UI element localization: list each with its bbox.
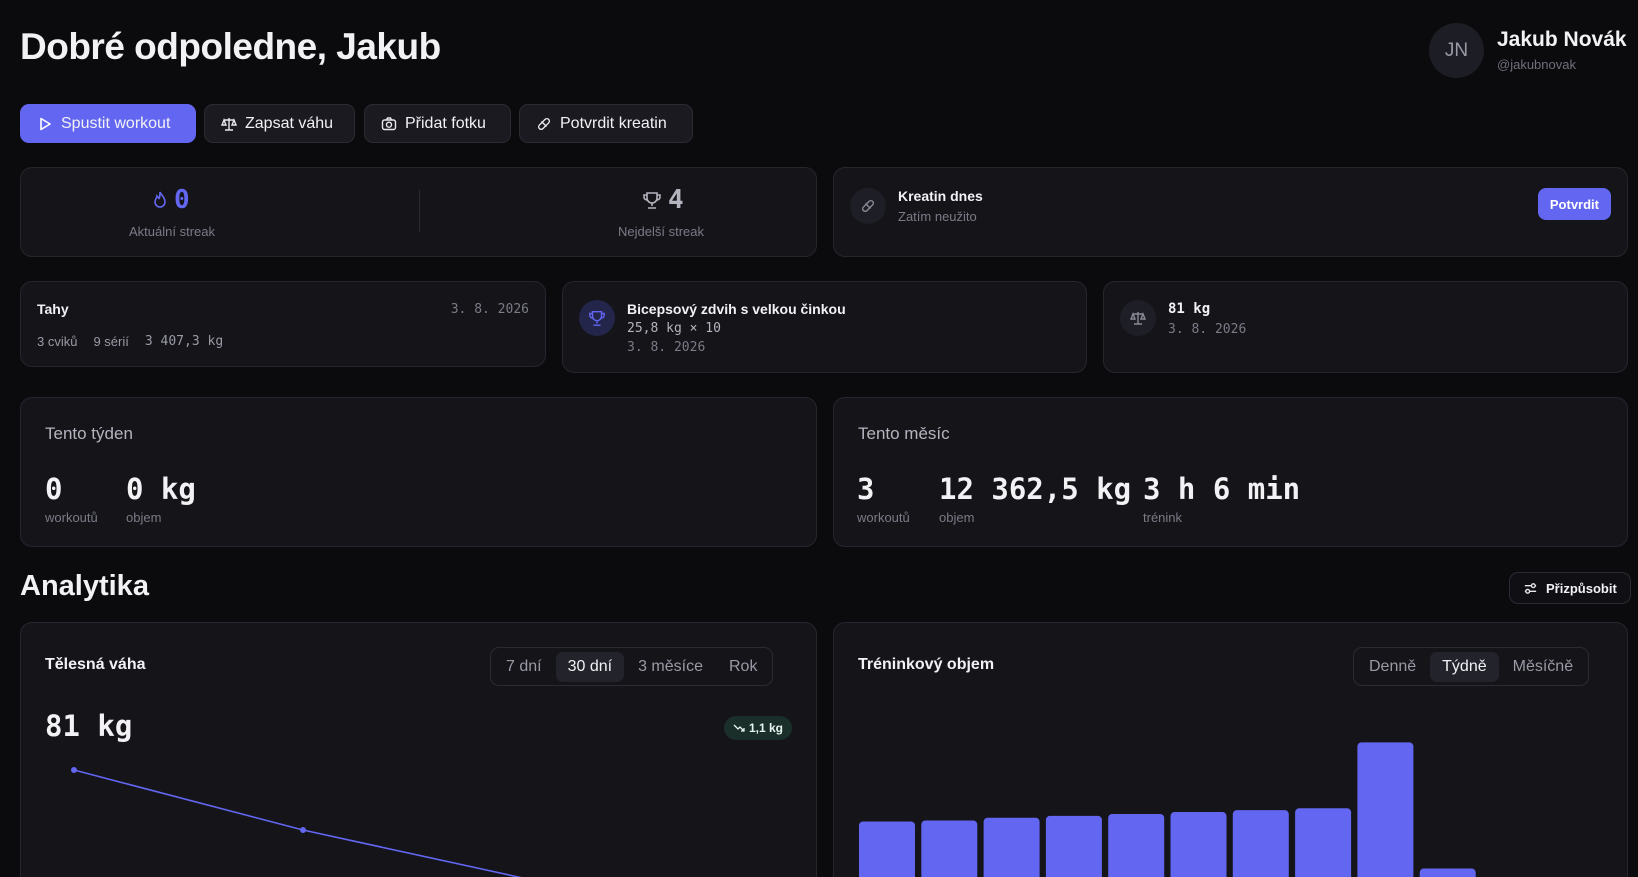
longest-streak: 4 — [642, 185, 684, 215]
range-3-months[interactable]: 3 měsíce — [626, 652, 715, 682]
latest-weight-card[interactable]: 81 kg 3. 8. 2026 — [1103, 281, 1628, 373]
volume-bar[interactable] — [1170, 812, 1227, 877]
range-30-days[interactable]: 30 dní — [555, 651, 625, 682]
longest-streak-label: Nejdelší streak — [618, 224, 704, 239]
flame-icon — [152, 190, 168, 210]
range-daily[interactable]: Denně — [1357, 652, 1428, 682]
week-workouts-value: 0 — [45, 472, 63, 506]
confirm-button[interactable]: Potvrdit — [1537, 188, 1611, 220]
add-photo-label: Přidat fotku — [405, 114, 486, 132]
weight-line-chart — [71, 767, 523, 877]
volume-bar[interactable] — [859, 821, 915, 877]
pill-icon — [536, 116, 552, 132]
record-exercise: Bicepsový zdvih s velkou činkou — [627, 301, 846, 317]
user-name: Jakub Novák — [1497, 28, 1627, 51]
creatine-status: Zatím neužito — [898, 209, 977, 224]
greeting-title: Dobré odpoledne, Jakub — [20, 26, 441, 67]
analytics-title: Analytika — [20, 570, 149, 602]
last-workout-card[interactable]: Tahy 3. 8. 2026 3 cviků 9 sérií 3 407,3 … — [20, 281, 546, 367]
volume-bar[interactable] — [921, 820, 978, 877]
scale-icon — [1120, 300, 1156, 336]
log-weight-button[interactable]: Zapsat váhu — [204, 104, 355, 143]
volume-bar[interactable] — [1232, 810, 1289, 877]
record-detail: 25,8 kg × 10 — [627, 321, 721, 336]
week-volume-label: objem — [126, 510, 162, 525]
month-time-value: 3 h 6 min — [1143, 472, 1301, 506]
month-time-label: trénink — [1143, 510, 1183, 525]
volume-bar[interactable] — [1108, 813, 1165, 877]
start-workout-button[interactable]: Spustit workout — [20, 104, 196, 143]
avatar[interactable]: JN — [1429, 23, 1484, 78]
start-workout-label: Spustit workout — [61, 114, 171, 132]
volume-bar[interactable] — [983, 817, 1040, 877]
record-date: 3. 8. 2026 — [627, 340, 706, 355]
week-workouts: 0 workoutů — [45, 472, 98, 525]
customize-label: Přizpůsobit — [1546, 580, 1617, 596]
latest-weight-value: 81 kg — [1168, 301, 1211, 317]
workout-exercises: 3 cviků — [37, 334, 78, 349]
play-icon — [37, 116, 53, 132]
volume-chart-card: Tréninkový objem Denně Týdně Měsíčně — [833, 622, 1628, 877]
divider — [419, 190, 420, 232]
weight-change-value: 1,1 kg — [748, 721, 783, 735]
range-weekly[interactable]: Týdně — [1430, 651, 1499, 682]
workout-volume: 3 407,3 kg — [144, 334, 224, 349]
confirm-creatine-label: Potvrdit kreatin — [560, 114, 667, 132]
volume-bar[interactable] — [1419, 868, 1476, 877]
volume-bar-chart — [859, 742, 1476, 877]
month-volume: 12 362,5 kg objem — [939, 472, 1131, 525]
creatine-title: Kreatin dnes — [898, 188, 983, 204]
month-workouts-value: 3 — [857, 472, 875, 506]
volume-bar[interactable] — [1357, 742, 1414, 877]
add-photo-button[interactable]: Přidat fotku — [364, 104, 511, 143]
week-volume-value: 0 kg — [126, 472, 196, 506]
range-7-days[interactable]: 7 dní — [494, 652, 554, 682]
month-time: 3 h 6 min trénink — [1143, 472, 1300, 525]
week-volume: 0 kg objem — [126, 472, 196, 525]
creatine-card: Kreatin dnes Zatím neužito Potvrdit — [833, 167, 1628, 257]
weight-range-selector: 7 dní 30 dní 3 měsíce Rok — [490, 647, 774, 686]
workout-name: Tahy — [37, 301, 69, 317]
trophy-icon — [579, 300, 615, 336]
trend-down-icon — [733, 723, 745, 733]
weight-series-line — [73, 769, 523, 877]
volume-chart-title: Tréninkový objem — [858, 656, 995, 673]
trophy-icon — [642, 190, 662, 210]
camera-icon — [381, 116, 397, 132]
range-monthly[interactable]: Měsíčně — [1501, 652, 1585, 682]
this-month-title: Tento měsíc — [858, 424, 950, 443]
volume-range-selector: Denně Týdně Měsíčně — [1353, 647, 1590, 686]
customize-button[interactable]: Přizpůsobit — [1509, 572, 1631, 604]
this-week-title: Tento týden — [45, 424, 133, 443]
latest-weight-date: 3. 8. 2026 — [1168, 322, 1247, 337]
workout-date: 3. 8. 2026 — [450, 302, 529, 317]
current-streak-value: 0 — [174, 185, 190, 215]
workout-sets: 9 sérií — [93, 334, 129, 349]
weight-point[interactable] — [71, 767, 77, 773]
month-volume-value: 12 362,5 kg — [939, 472, 1132, 506]
pill-icon — [850, 188, 886, 224]
log-weight-label: Zapsat váhu — [245, 114, 334, 132]
volume-bar[interactable] — [1295, 808, 1352, 877]
confirm-creatine-button[interactable]: Potvrdit kreatin — [519, 104, 693, 143]
current-streak: 0 — [152, 185, 190, 215]
week-workouts-label: workoutů — [45, 510, 98, 525]
current-streak-label: Aktuální streak — [129, 224, 215, 239]
weight-point[interactable] — [300, 827, 306, 833]
user-handle: @jakubnovak — [1497, 57, 1576, 72]
weight-chart-card: Tělesná váha 7 dní 30 dní 3 měsíce Rok 8… — [20, 622, 817, 877]
month-workouts-label: workoutů — [857, 510, 910, 525]
range-year[interactable]: Rok — [717, 652, 769, 682]
weight-current-value: 81 kg — [45, 709, 133, 743]
volume-bar[interactable] — [1045, 815, 1102, 877]
month-workouts: 3 workoutů — [857, 472, 910, 525]
sliders-icon — [1523, 581, 1538, 596]
personal-record-card[interactable]: Bicepsový zdvih s velkou činkou 25,8 kg … — [562, 281, 1087, 373]
weight-change-badge: 1,1 kg — [723, 716, 792, 740]
longest-streak-value: 4 — [668, 185, 684, 215]
weight-chart-title: Tělesná váha — [45, 656, 146, 673]
month-volume-label: objem — [939, 510, 975, 525]
scale-icon — [221, 116, 237, 132]
streak-card: 0 Aktuální streak 4 Nejdelší streak — [20, 167, 817, 257]
